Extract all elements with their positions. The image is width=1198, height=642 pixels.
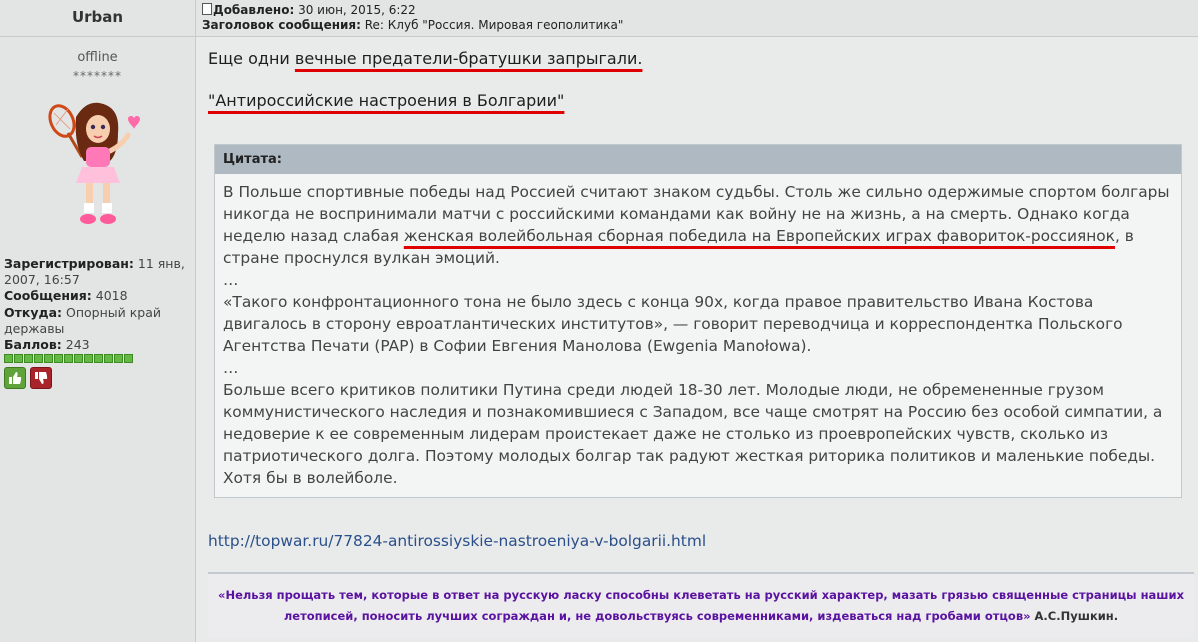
author-info: Зарегистрирован: 11 янв, 2007, 16:57 Соо… [4, 256, 192, 390]
rating-pip [114, 354, 123, 364]
post-header: Добавлено: 30 июн, 2015, 6:22 Заголовок … [196, 0, 1198, 37]
post-icon[interactable] [202, 3, 212, 15]
rating-pip [84, 354, 93, 364]
quote-paragraph: Больше всего критиков политики Путина ср… [223, 381, 1163, 487]
post-subject: Re: Клуб "Россия. Мировая геополитика" [360, 17, 624, 32]
vote-buttons [4, 367, 192, 390]
thumbs-down-icon [35, 372, 48, 385]
author-panel: Urban offline ******* Зарегистрирован: 1… [0, 0, 196, 642]
thumbs-up-icon [9, 372, 22, 385]
rating-bar [4, 354, 192, 364]
post-meta: Добавлено: 30 июн, 2015, 6:22 Заголовок … [202, 3, 624, 32]
forum-post: Urban offline ******* Зарегистрирован: 1… [0, 0, 1198, 642]
registered-row: Зарегистрирован: 11 янв, 2007, 16:57 [4, 256, 185, 288]
post-date: 30 июн, 2015, 6:22 [294, 3, 416, 17]
quote-highlight: женская волейбольная сборная победила на… [403, 227, 1115, 245]
source-link[interactable]: http://topwar.ru/77824-antirossiyskie-na… [208, 532, 706, 550]
highlighted-phrase: вечные предатели-братушки запрыгали. [294, 49, 643, 68]
article-title: "Антироссийские настроения в Болгарии" [208, 91, 565, 110]
online-status: offline [77, 50, 118, 65]
messages-row: Сообщения: 4018 [4, 288, 128, 304]
quote-header: Цитата: [215, 145, 1181, 174]
rank-stars: ******* [73, 69, 122, 83]
rating-pip [74, 354, 83, 364]
rating-pip [64, 354, 73, 364]
from-row: Откуда: Опорный край державы [4, 304, 162, 336]
quote-ellipsis: … [223, 271, 239, 289]
quote-paragraph: В Польше спортивные победы над Россией с… [223, 183, 1170, 267]
rating-pip [44, 354, 53, 364]
rating-pip [4, 354, 13, 364]
rating-pip [24, 354, 33, 364]
intro-line: Еще одни вечные предатели-братушки запры… [208, 49, 643, 68]
rating-pip [124, 354, 133, 364]
signature: «Нельзя прощать тем, которые в ответ на … [208, 572, 1194, 638]
quote-paragraph: «Такого конфронтационного тона не было з… [223, 293, 1123, 355]
rating-pip [104, 354, 113, 364]
avatar [47, 102, 140, 224]
rating-pip [94, 354, 103, 364]
quote-body: В Польше спортивные победы над Россией с… [215, 174, 1181, 489]
signature-author: А.С.Пушкин. [1030, 609, 1119, 623]
thumbs-up-button[interactable] [4, 367, 26, 390]
quote-block: Цитата: В Польше спортивные победы над Р… [214, 144, 1182, 498]
post-body: Еще одни вечные предатели-братушки запры… [196, 37, 1198, 642]
quote-ellipsis: … [223, 359, 239, 377]
rating-pip [54, 354, 63, 364]
thumbs-down-button[interactable] [30, 367, 52, 390]
signature-text: «Нельзя прощать тем, которые в ответ на … [218, 588, 1184, 623]
rating-pip [14, 354, 23, 364]
author-header: Urban [0, 0, 195, 37]
username[interactable]: Urban [72, 8, 123, 26]
rating-pip [34, 354, 43, 364]
points-row: Баллов: 243 [4, 337, 90, 353]
